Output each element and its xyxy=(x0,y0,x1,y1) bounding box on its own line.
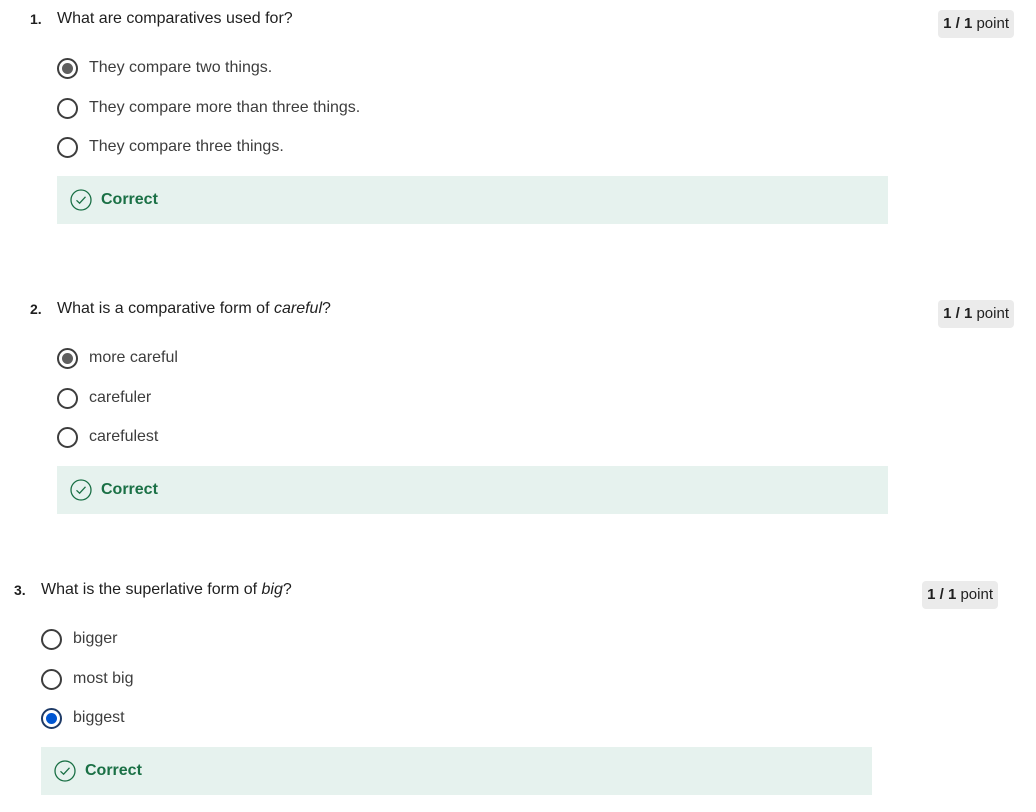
feedback-label: Correct xyxy=(85,762,142,779)
option-label: bigger xyxy=(73,630,118,647)
radio-button[interactable] xyxy=(41,668,62,690)
radio-button[interactable] xyxy=(41,629,62,650)
option-label: carefulest xyxy=(89,428,159,445)
feedback-label: Correct xyxy=(101,481,158,498)
question-1: 1. What are comparatives used for? 1 / 1… xyxy=(30,8,1016,224)
question-number: 1. xyxy=(30,11,42,27)
feedback-banner: Correct xyxy=(57,176,888,224)
option-label: They compare three things. xyxy=(89,138,284,155)
points-badge: 1 / 1 point xyxy=(938,300,1014,328)
radio-button[interactable] xyxy=(57,97,78,119)
check-circle-icon xyxy=(70,189,92,211)
question-header: 3. What is the superlative form of big? … xyxy=(14,579,1000,609)
points-badge: 1 / 1 point xyxy=(922,581,998,609)
option-label: biggest xyxy=(73,709,125,726)
option-label: They compare more than three things. xyxy=(89,98,361,116)
question-header: 2. What is a comparative form of careful… xyxy=(30,298,1016,328)
option-label: They compare two things. xyxy=(89,59,273,76)
question-number: 2. xyxy=(30,301,42,317)
question-number: 3. xyxy=(14,582,26,598)
feedback-banner: Correct xyxy=(41,747,872,795)
option-label: most big xyxy=(73,669,134,687)
check-circle-icon xyxy=(54,760,76,782)
radio-button-selected[interactable] xyxy=(57,58,78,79)
radio-button-selected[interactable] xyxy=(57,348,78,369)
points-badge: 1 / 1 point xyxy=(938,10,1014,38)
question-3: 3. What is the superlative form of big? … xyxy=(14,579,1000,795)
question-text: What is a comparative form of careful? xyxy=(57,300,331,317)
option-label: carefuler xyxy=(89,388,152,406)
radio-button[interactable] xyxy=(57,387,78,409)
feedback-banner: Correct xyxy=(57,466,888,514)
option-label: more careful xyxy=(89,349,178,366)
radio-button[interactable] xyxy=(57,137,78,158)
question-text: What is the superlative form of big? xyxy=(41,581,292,598)
question-2: 2. What is a comparative form of careful… xyxy=(30,298,1016,514)
question-header: 1. What are comparatives used for? 1 / 1… xyxy=(30,8,1016,38)
feedback-label: Correct xyxy=(101,191,158,208)
question-text: What are comparatives used for? xyxy=(57,10,293,27)
radio-button-selected[interactable] xyxy=(41,708,62,729)
radio-button[interactable] xyxy=(57,427,78,448)
check-circle-icon xyxy=(70,479,92,501)
